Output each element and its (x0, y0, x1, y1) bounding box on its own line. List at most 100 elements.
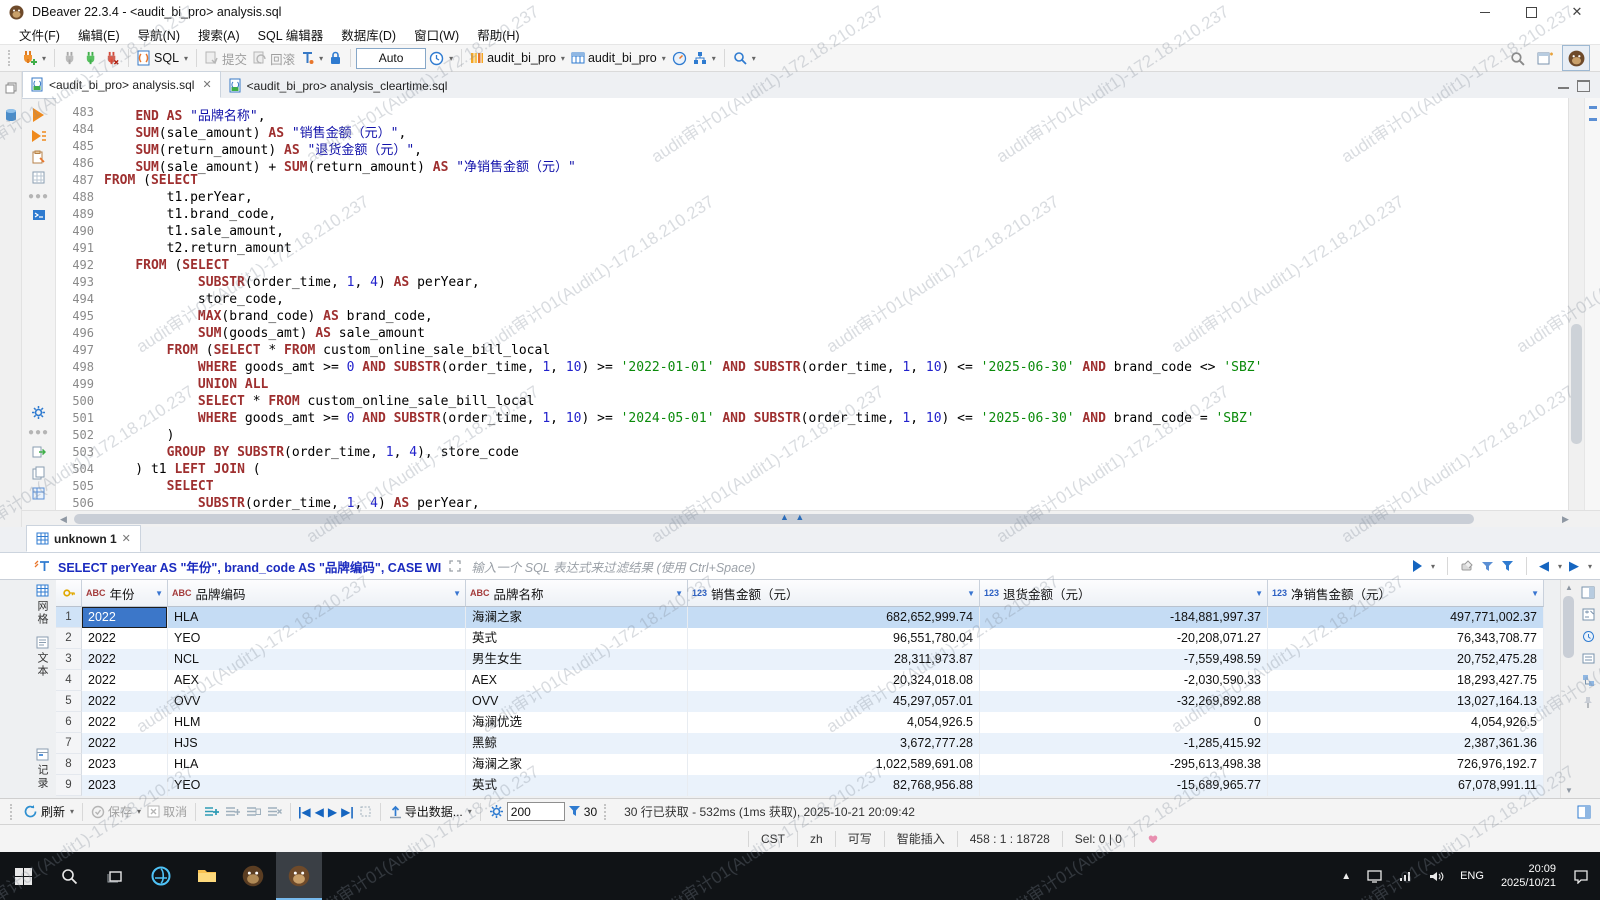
editor-horizontal-scrollbar[interactable]: ◀ ▶ ▲ ▲ (22, 510, 1600, 528)
taskbar-clock[interactable]: 20:09 2025/10/21 (1493, 862, 1564, 890)
add-row-button[interactable] (222, 800, 243, 824)
grid-cell[interactable]: 2022 (82, 628, 168, 649)
grid-cell[interactable]: YEO (168, 628, 466, 649)
column-header[interactable]: ABC年份▼ (82, 580, 168, 607)
duplicate-row-button[interactable] (243, 800, 264, 824)
result-view-tab-3[interactable]: 记录 (34, 748, 50, 790)
grid-cell[interactable]: -7,559,498.59 (980, 649, 1268, 670)
grid-layout-icon[interactable] (32, 171, 45, 184)
metadata-panel-icon[interactable] (1582, 630, 1595, 643)
grid-cell[interactable]: 4,054,926.5 (688, 712, 980, 733)
grid-cell[interactable]: 黑鲸 (466, 733, 688, 754)
row-number[interactable]: 7 (56, 733, 82, 754)
disconnect-button[interactable] (102, 46, 123, 70)
minimize-view-icon[interactable] (1558, 87, 1569, 89)
grid-settings-button[interactable] (486, 800, 507, 824)
commit-mode-combo[interactable]: Auto (356, 48, 426, 69)
value-panel-icon[interactable] (1581, 586, 1595, 599)
grid-cell[interactable]: 726,976,192.7 (1268, 754, 1544, 775)
tray-network-icon[interactable] (1391, 852, 1420, 900)
delete-row-button[interactable] (264, 800, 285, 824)
first-row-button[interactable]: |◀ (296, 805, 313, 819)
database-navigator-icon[interactable] (4, 108, 18, 122)
settings-gear-icon[interactable] (31, 405, 46, 420)
menu-item[interactable]: 搜索(A) (189, 25, 249, 44)
close-button[interactable]: ✕ (1554, 0, 1600, 24)
grid-cell[interactable]: 2023 (82, 754, 168, 775)
column-header[interactable]: ABC品牌名称▼ (466, 580, 688, 607)
task-view-button[interactable] (92, 852, 138, 900)
filter-history-back-icon[interactable]: ◀ (1539, 558, 1549, 574)
column-filter-icon[interactable]: ▼ (453, 589, 461, 598)
dbeaver-perspective-button[interactable] (1562, 45, 1590, 71)
quick-access-search-button[interactable] (1507, 46, 1528, 70)
grid-corner-key-icon[interactable] (56, 580, 82, 607)
row-number[interactable]: 5 (56, 691, 82, 712)
result-grid[interactable]: ABC年份▼ABC品牌编码▼ABC品牌名称▼123销售金额（元）▼123退货金额… (56, 580, 1544, 796)
references-panel-icon[interactable] (1582, 652, 1595, 665)
row-number[interactable]: 4 (56, 670, 82, 691)
grid-vertical-scrollbar[interactable]: ▲ ▼ (1560, 580, 1577, 798)
grid-cell[interactable]: 0 (980, 712, 1268, 733)
grid-cell[interactable]: 英式 (466, 775, 688, 796)
tray-volume-icon[interactable] (1422, 852, 1451, 900)
grid-cell[interactable]: -15,689,965.77 (980, 775, 1268, 796)
pin-panel-icon[interactable] (1582, 696, 1594, 709)
editor-tab-analysis-cleartime[interactable]: <audit_bi_pro> analysis_cleartime.sql (221, 73, 456, 98)
maximize-button[interactable] (1508, 0, 1554, 24)
grid-cell[interactable]: AEX (168, 670, 466, 691)
result-view-tab-2[interactable]: 文本 (34, 636, 50, 678)
tray-chevron-up-icon[interactable]: ▲ (1334, 852, 1358, 900)
grid-cell[interactable]: 18,293,427.75 (1268, 670, 1544, 691)
refresh-button[interactable]: 刷新 ▾ (20, 800, 77, 824)
grid-cell[interactable]: NCL (168, 649, 466, 670)
expand-filter-icon[interactable] (449, 560, 461, 572)
filter-sql-text[interactable]: SELECT perYear AS "年份", brand_code AS "品… (58, 557, 441, 576)
grid-cell[interactable]: HLA (168, 607, 466, 628)
start-button[interactable] (0, 852, 46, 900)
status-heart-icon[interactable] (1134, 831, 1171, 847)
edit-cell-button[interactable] (201, 800, 222, 824)
file-explorer-icon[interactable] (184, 852, 230, 900)
grid-cell[interactable]: 20,752,475.28 (1268, 649, 1544, 670)
schema-selector[interactable]: audit_bi_pro ▾ (568, 46, 669, 70)
reconnect-button[interactable] (81, 46, 102, 70)
minimize-button[interactable] (1462, 0, 1508, 24)
taskbar-search-button[interactable] (46, 852, 92, 900)
grid-cell[interactable]: 82,768,956.88 (688, 775, 980, 796)
grid-cell[interactable]: HJS (168, 733, 466, 754)
open-value-panel-button[interactable] (1574, 800, 1594, 824)
grid-cell[interactable]: 2022 (82, 670, 168, 691)
row-number[interactable]: 9 (56, 775, 82, 796)
grid-cell[interactable]: -184,881,997.37 (980, 607, 1268, 628)
db-search-button[interactable]: ▾ (730, 46, 759, 70)
grid-cell[interactable]: 3,672,777.28 (688, 733, 980, 754)
grid-cell[interactable]: 海澜之家 (466, 607, 688, 628)
column-header[interactable]: ABC品牌编码▼ (168, 580, 466, 607)
sql-editor[interactable]: 4834844854864874884894904914924934944954… (56, 98, 1568, 510)
connection-selector[interactable]: audit_bi_pro ▾ (467, 46, 568, 70)
editor-tab-analysis[interactable]: <audit_bi_pro> analysis.sql ✕ (22, 71, 221, 98)
transaction-mode-button[interactable]: ▾ (298, 46, 326, 70)
more-tools-icon[interactable]: ●●● (28, 191, 49, 202)
grid-cell[interactable]: HLA (168, 754, 466, 775)
execute-statement-icon[interactable] (33, 108, 44, 122)
column-filter-icon[interactable]: ▼ (1531, 589, 1539, 598)
row-number[interactable]: 6 (56, 712, 82, 733)
restore-panel-icon[interactable] (5, 82, 17, 94)
scroll-left-arrow-icon[interactable]: ◀ (60, 514, 67, 525)
edit-filter-icon[interactable] (1481, 560, 1494, 573)
execute-script-icon[interactable] (31, 129, 47, 143)
column-filter-icon[interactable]: ▼ (967, 589, 975, 598)
grid-cell[interactable]: 4,054,926.5 (1268, 712, 1544, 733)
grid-cell[interactable]: 28,311,973.87 (688, 649, 980, 670)
menu-item[interactable]: SQL 编辑器 (249, 25, 333, 44)
menu-item[interactable]: 文件(F) (10, 25, 69, 44)
export-data-button[interactable]: 导出数据... ▾ (386, 800, 475, 824)
grouping-panel-icon[interactable] (1582, 674, 1595, 687)
grid-cell[interactable]: HLM (168, 712, 466, 733)
row-number[interactable]: 3 (56, 649, 82, 670)
column-filter-icon[interactable]: ▼ (675, 589, 683, 598)
grid-cell[interactable]: OVV (168, 691, 466, 712)
grid-cell[interactable]: 2,387,361.36 (1268, 733, 1544, 754)
